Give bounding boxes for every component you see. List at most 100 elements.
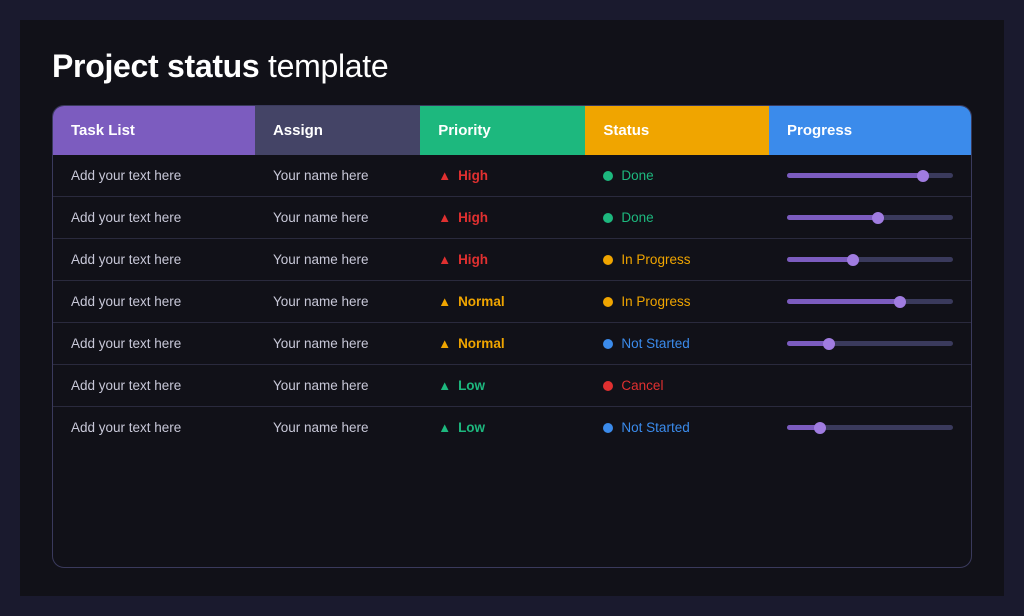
slider-track[interactable] xyxy=(787,299,953,304)
status-label: Not Started xyxy=(621,420,689,435)
priority-icon: ▲ xyxy=(438,210,451,225)
status-label: In Progress xyxy=(621,294,690,309)
slider-thumb[interactable] xyxy=(894,296,906,308)
priority-cell: ▲ High xyxy=(438,210,567,225)
cell-assign: Your name here xyxy=(255,281,420,323)
priority-icon: ▲ xyxy=(438,378,451,393)
priority-icon: ▲ xyxy=(438,294,451,309)
status-dot xyxy=(603,423,613,433)
cell-status: Done xyxy=(585,155,769,197)
progress-cell xyxy=(787,215,953,220)
status-cell: Done xyxy=(603,210,751,225)
status-dot xyxy=(603,255,613,265)
table-body: Add your text hereYour name here▲HighDon… xyxy=(53,155,971,448)
priority-icon: ▲ xyxy=(438,252,451,267)
table-row: Add your text hereYour name here ▲ High Don… xyxy=(53,197,971,239)
slider-thumb[interactable] xyxy=(917,170,929,182)
cell-progress[interactable] xyxy=(769,155,971,197)
table-row: Add your text hereYour name here▲NormalN… xyxy=(53,323,971,365)
slider-thumb[interactable] xyxy=(872,212,884,224)
cell-task: Add your text here xyxy=(53,365,255,407)
status-cell: In Progress xyxy=(603,294,751,309)
table-row: Add your text hereYour name here▲LowNot … xyxy=(53,407,971,449)
status-dot xyxy=(603,171,613,181)
priority-icon: ▲ xyxy=(438,336,451,351)
cell-priority: ▲High xyxy=(420,155,585,197)
slider-fill xyxy=(787,215,878,220)
slider-track[interactable] xyxy=(787,173,953,178)
priority-label: Low xyxy=(458,378,485,393)
slider-thumb[interactable] xyxy=(814,422,826,434)
priority-cell: ▲ Low xyxy=(438,420,567,435)
cell-assign: Your name here xyxy=(255,155,420,197)
status-label: In Progress xyxy=(621,252,690,267)
priority-cell: ▲ Low xyxy=(438,378,567,393)
cell-priority: ▲ Normal xyxy=(420,323,585,365)
progress-cell xyxy=(787,341,953,346)
cell-status: In Progress xyxy=(585,281,769,323)
cell-progress[interactable] xyxy=(769,323,971,365)
cell-progress[interactable] xyxy=(769,197,971,239)
table-container: Task ListAssignPriorityStatusProgress Ad… xyxy=(52,105,972,568)
progress-cell xyxy=(787,173,953,178)
cell-priority: ▲ High xyxy=(420,197,585,239)
cell-progress[interactable] xyxy=(769,239,971,281)
header-priority: Priority xyxy=(420,106,585,155)
priority-label: Normal xyxy=(458,336,505,351)
slider-thumb[interactable] xyxy=(823,338,835,350)
priority-cell: ▲High xyxy=(438,168,567,183)
page-title: Project status template xyxy=(52,48,972,85)
status-label: Not Started xyxy=(621,336,689,351)
progress-cell xyxy=(787,425,953,430)
status-dot xyxy=(603,381,613,391)
status-cell: In Progress xyxy=(603,252,751,267)
header-assign: Assign xyxy=(255,106,420,155)
cell-progress[interactable] xyxy=(769,407,971,449)
priority-label: High xyxy=(458,252,488,267)
status-cell: Done xyxy=(603,168,751,183)
slider-fill xyxy=(787,257,853,262)
slider-fill xyxy=(787,173,923,178)
priority-icon: ▲ xyxy=(438,420,451,435)
status-dot xyxy=(603,339,613,349)
table-row: Add your text hereYour name here ▲ High In … xyxy=(53,239,971,281)
priority-label: High xyxy=(458,210,488,225)
cell-progress[interactable] xyxy=(769,365,971,407)
status-label: Done xyxy=(621,168,653,183)
header-progress: Progress xyxy=(769,106,971,155)
table-row: Add your text hereYour name here ▲ Low Canc… xyxy=(53,365,971,407)
progress-cell xyxy=(787,257,953,262)
cell-assign: Your name here xyxy=(255,197,420,239)
slider-track[interactable] xyxy=(787,341,953,346)
cell-priority: ▲ High xyxy=(420,239,585,281)
cell-assign: Your name here xyxy=(255,365,420,407)
priority-cell: ▲ High xyxy=(438,252,567,267)
cell-assign: Your name here xyxy=(255,239,420,281)
slider-track[interactable] xyxy=(787,257,953,262)
cell-task: Add your text here xyxy=(53,197,255,239)
status-cell: Not Started xyxy=(603,420,751,435)
cell-task: Add your text here xyxy=(53,323,255,365)
cell-status: Cancel xyxy=(585,365,769,407)
cell-priority: ▲ Normal xyxy=(420,281,585,323)
priority-label: Low xyxy=(458,420,485,435)
slider-track[interactable] xyxy=(787,425,953,430)
table-header: Task ListAssignPriorityStatusProgress xyxy=(53,106,971,155)
header-task: Task List xyxy=(53,106,255,155)
cell-status: In Progress xyxy=(585,239,769,281)
slider-thumb[interactable] xyxy=(847,254,859,266)
header-row: Task ListAssignPriorityStatusProgress xyxy=(53,106,971,155)
priority-label: Normal xyxy=(458,294,505,309)
cell-status: Not Started xyxy=(585,407,769,449)
table-row: Add your text hereYour name here▲HighDon… xyxy=(53,155,971,197)
page-title-bold: Project status xyxy=(52,48,259,84)
priority-cell: ▲ Normal xyxy=(438,336,567,351)
cell-progress[interactable] xyxy=(769,281,971,323)
slider-fill xyxy=(787,299,900,304)
slider-track[interactable] xyxy=(787,215,953,220)
priority-icon: ▲ xyxy=(438,168,451,183)
cell-task: Add your text here xyxy=(53,239,255,281)
status-cell: Cancel xyxy=(603,378,751,393)
cell-task: Add your text here xyxy=(53,281,255,323)
page-wrapper: Project status template Task ListAssignP… xyxy=(20,20,1004,596)
